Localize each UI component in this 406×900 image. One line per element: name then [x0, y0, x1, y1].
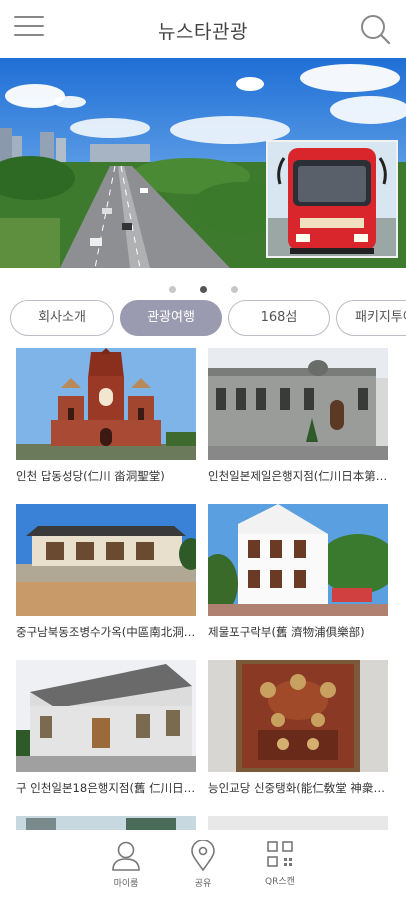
nav-my-room[interactable]: 마이룸: [96, 840, 156, 889]
attraction-photo: [208, 660, 388, 772]
attraction-grid: 인천 답동성당(仁川 畓洞聖堂) 인천일본제일은행지점(仁川日本第一銀行支店): [0, 348, 406, 830]
pagination-dot[interactable]: [230, 286, 238, 293]
category-tabs: 회사소개관광여행168섬패키지투어: [10, 300, 406, 338]
attraction-card[interactable]: 구 인천일본18은행지점(舊 仁川日本十八銀行支店): [16, 660, 198, 796]
app-header: 뉴스타관광: [0, 0, 406, 58]
attraction-card[interactable]: 인천 답동성당(仁川 畓洞聖堂): [16, 348, 196, 484]
attraction-photo: [208, 816, 388, 830]
tab-package-tour[interactable]: 패키지투어: [336, 300, 406, 336]
search-button[interactable]: [358, 12, 392, 46]
banner-pagination: [0, 278, 406, 293]
nav-label: 공유: [194, 879, 212, 889]
attraction-caption: 인천 답동성당(仁川 畓洞聖堂): [16, 469, 165, 483]
attraction-card[interactable]: 제물포구락부(舊 濟物浦俱樂部): [208, 504, 388, 640]
attraction-photo: [16, 660, 196, 772]
tab-company-intro[interactable]: 회사소개: [10, 300, 114, 336]
attraction-card[interactable]: 능인교당 신중탱화(能仁敎堂 神衆幀畵): [208, 660, 390, 796]
person-icon: [112, 841, 140, 871]
qr-scan-icon: [267, 841, 293, 867]
attraction-caption: 인천일본제일은행지점(仁川日本第一銀行支店): [208, 469, 390, 483]
pagination-dot-active[interactable]: [199, 286, 207, 293]
attraction-photo: [16, 504, 196, 616]
attraction-caption: 능인교당 신중탱화(能仁敎堂 神衆幀畵): [208, 781, 390, 795]
attraction-card[interactable]: [16, 816, 196, 830]
pagination-dot[interactable]: [168, 286, 176, 293]
search-icon: [361, 15, 391, 45]
tab-tour-travel[interactable]: 관광여행: [120, 300, 222, 336]
bottom-navigation: 마이룸 공유 QR스캔: [0, 830, 406, 900]
location-pin-icon: [191, 840, 215, 872]
nav-label: QR스캔: [265, 877, 295, 887]
attraction-caption: 중구남북동조병수가옥(中區南北洞趙炳洙家屋): [16, 625, 198, 639]
nav-qr-scan[interactable]: QR스캔: [250, 840, 310, 887]
nav-label: 마이룸: [113, 879, 139, 889]
attraction-card[interactable]: 인천일본제일은행지점(仁川日本第一銀行支店): [208, 348, 390, 484]
banner-image: [0, 58, 406, 268]
attraction-photo: [208, 348, 388, 460]
attraction-caption: 구 인천일본18은행지점(舊 仁川日本十八銀行支店): [16, 781, 198, 795]
attraction-photo: [208, 504, 388, 616]
attraction-photo: [16, 816, 196, 830]
banner-slider[interactable]: [0, 58, 406, 268]
nav-share[interactable]: 공유: [173, 840, 233, 889]
attraction-card[interactable]: [208, 816, 388, 830]
attraction-photo: [16, 348, 196, 460]
tab-168-islands[interactable]: 168섬: [228, 300, 330, 336]
attraction-card[interactable]: 중구남북동조병수가옥(中區南北洞趙炳洙家屋): [16, 504, 198, 640]
page-title: 뉴스타관광: [158, 21, 248, 43]
attraction-caption: 제물포구락부(舊 濟物浦俱樂部): [208, 625, 365, 639]
